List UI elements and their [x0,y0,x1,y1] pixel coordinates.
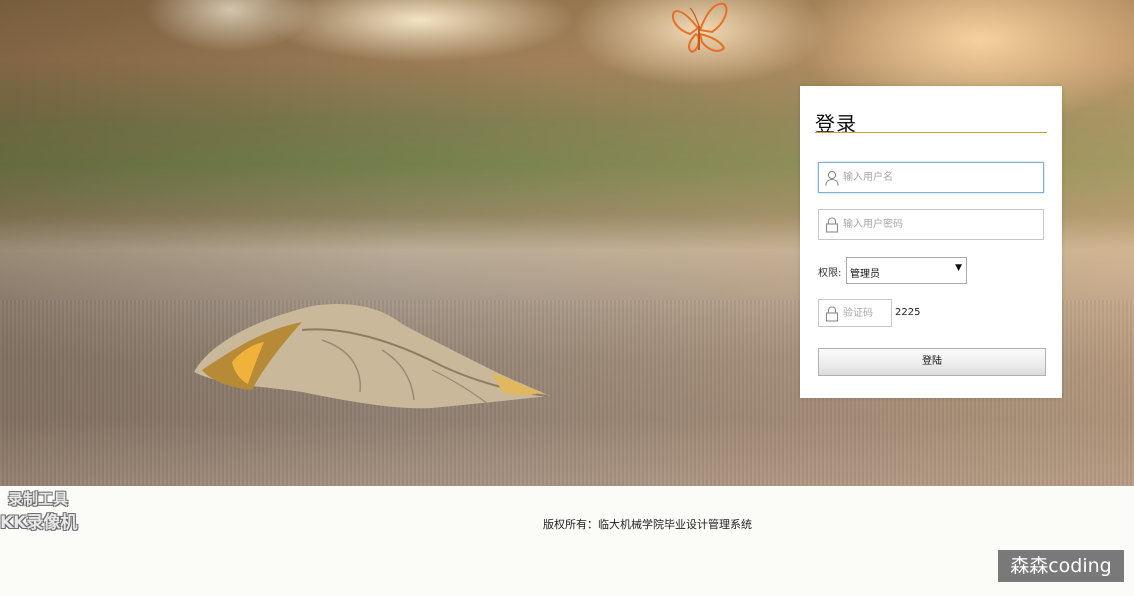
captcha-field[interactable] [818,299,892,327]
footer: 录制工具 KK录像机 版权所有：临大机械学院毕业设计管理系统 [0,486,1134,596]
captcha-code[interactable]: 2225 [895,307,920,318]
dry-leaf-illustration [194,304,550,409]
butterfly-logo [672,2,728,54]
user-icon [825,170,839,186]
password-input[interactable] [843,215,1033,234]
lock-icon [825,306,839,322]
copyright-text: 版权所有：临大机械学院毕业设计管理系统 [543,518,752,531]
username-field[interactable] [818,162,1044,193]
role-select[interactable]: 管理员 ▼ [846,257,967,284]
recorder-watermark-line2: KK录像机 [0,513,78,533]
username-input[interactable] [843,168,1033,187]
channel-badge: 森森coding [998,550,1124,582]
role-selected-value: 管理员 [850,269,880,280]
password-field[interactable] [818,209,1044,240]
login-button[interactable]: 登陆 [818,348,1046,376]
caret-down-icon: ▼ [955,263,962,273]
recorder-watermark-line1: 录制工具 [8,490,69,508]
role-label: 权限: [818,268,842,279]
login-panel: 登录 权限: 管理员 ▼ 2 [800,86,1062,398]
recorder-watermark: 录制工具 KK录像机 [0,486,92,533]
title-divider [815,132,1047,133]
lock-icon [825,217,839,233]
captcha-input[interactable] [843,305,889,321]
login-page: 登录 权限: 管理员 ▼ 2 [0,0,1134,596]
